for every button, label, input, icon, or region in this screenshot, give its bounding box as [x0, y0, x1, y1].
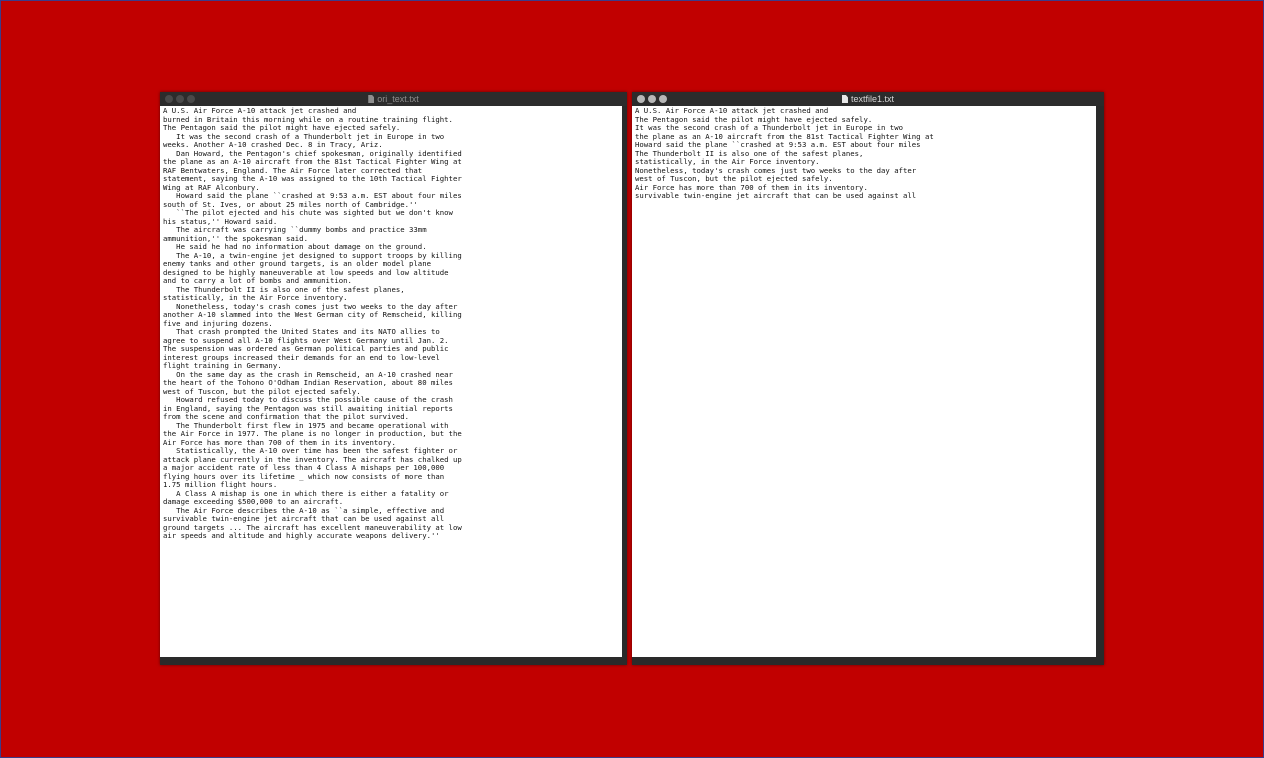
titlebar-left[interactable]: ori_text.txt	[160, 92, 627, 106]
text-content-right[interactable]: A U.S. Air Force A-10 attack jet crashed…	[632, 106, 1096, 657]
document-icon	[368, 95, 375, 103]
editor-window-left[interactable]: ori_text.txt A U.S. Air Force A-10 attac…	[160, 92, 627, 665]
scrollbar-left[interactable]	[622, 106, 627, 657]
window-title-text-left: ori_text.txt	[377, 94, 419, 104]
text-line: survivable twin-engine jet aircraft that…	[635, 191, 917, 200]
window-title-text-right: textfile1.txt	[850, 94, 895, 104]
window-title-right: textfile1.txt	[632, 92, 1104, 106]
text-line: air speeds and altitude and highly accur…	[163, 531, 440, 540]
text-content-left[interactable]: A U.S. Air Force A-10 attack jet crashed…	[160, 106, 622, 657]
editor-window-right[interactable]: textfile1.txt A U.S. Air Force A-10 atta…	[632, 92, 1104, 665]
window-bottom-bar-right	[632, 657, 1104, 665]
window-title-left: ori_text.txt	[160, 92, 627, 106]
scrollbar-right[interactable]	[1096, 106, 1104, 657]
text-area-right[interactable]: A U.S. Air Force A-10 attack jet crashed…	[632, 106, 1096, 201]
window-bottom-bar-left	[160, 657, 627, 665]
document-icon	[841, 95, 848, 103]
text-area-left[interactable]: A U.S. Air Force A-10 attack jet crashed…	[160, 106, 622, 541]
titlebar-right[interactable]: textfile1.txt	[632, 92, 1104, 106]
